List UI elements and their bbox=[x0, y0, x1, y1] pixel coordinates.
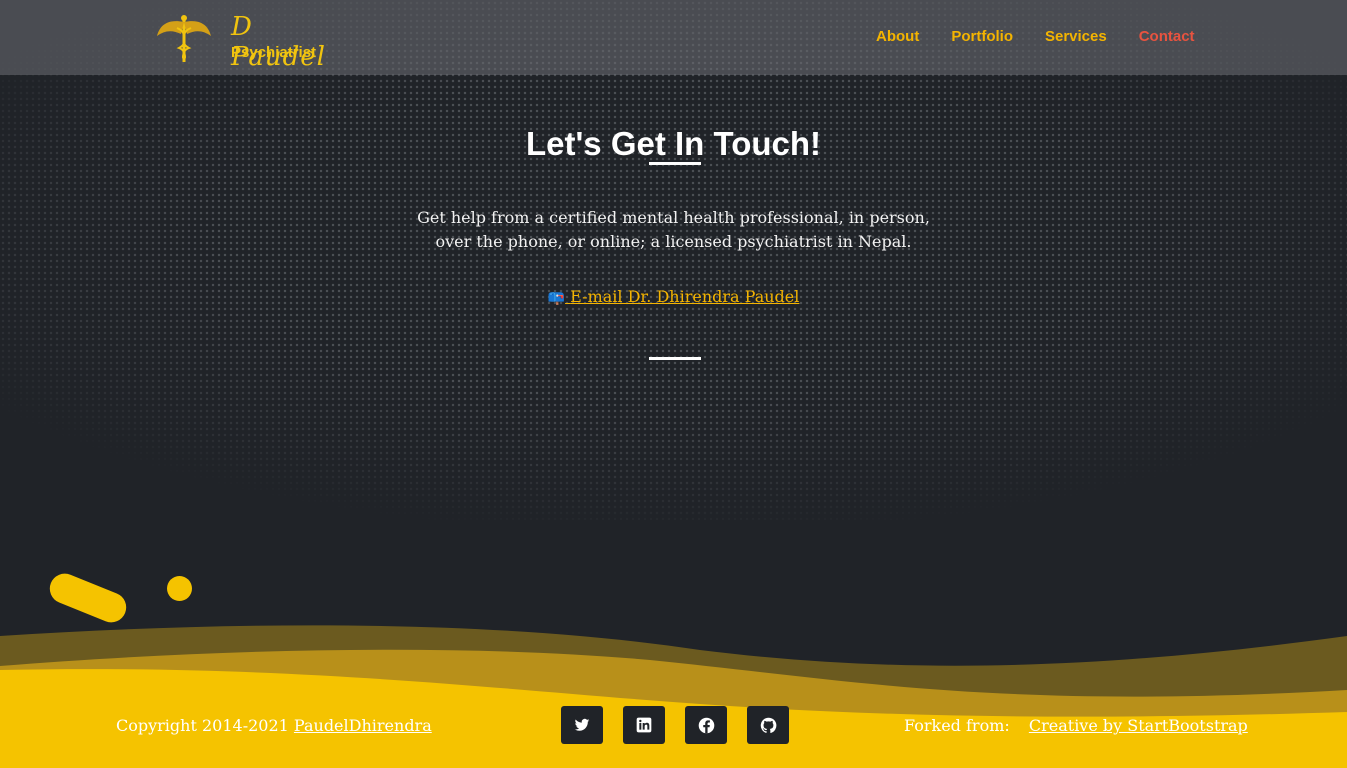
social-links bbox=[561, 706, 789, 744]
email-link-label: E-mail Dr. Dhirendra Paudel bbox=[570, 287, 800, 306]
forked-link[interactable]: Creative by StartBootstrap bbox=[1029, 716, 1248, 735]
forked-from: Forked from: Creative by StartBootstrap bbox=[904, 716, 1248, 735]
bottom-divider bbox=[649, 357, 701, 360]
copyright-text: Copyright 2014-2021 bbox=[116, 716, 289, 735]
world-map-background bbox=[0, 0, 1347, 520]
lead-line-1: Get help from a certified mental health … bbox=[417, 208, 930, 227]
brand-name: D Paudel bbox=[231, 12, 326, 72]
decorative-blob bbox=[45, 569, 131, 627]
linkedin-icon bbox=[636, 717, 652, 733]
navbar: D Paudel Psychiatrist About Portfolio Se… bbox=[0, 0, 1347, 75]
lead-text: Get help from a certified mental health … bbox=[0, 206, 1347, 254]
lead-line-2: over the phone, or online; a licensed ps… bbox=[435, 232, 912, 251]
linkedin-button[interactable] bbox=[623, 706, 665, 744]
title-divider bbox=[649, 162, 701, 165]
main-nav: About Portfolio Services Contact bbox=[860, 28, 1211, 45]
github-icon bbox=[760, 717, 776, 733]
email-link[interactable]: 📪 E-mail Dr. Dhirendra Paudel bbox=[548, 287, 800, 306]
copyright: Copyright 2014-2021 PaudelDhirendra bbox=[116, 716, 432, 735]
author-link[interactable]: PaudelDhirendra bbox=[294, 716, 432, 735]
twitter-button[interactable] bbox=[561, 706, 603, 744]
facebook-icon bbox=[698, 717, 714, 733]
nav-item-about[interactable]: About bbox=[860, 28, 935, 45]
facebook-button[interactable] bbox=[685, 706, 727, 744]
nav-item-services[interactable]: Services bbox=[1029, 28, 1123, 45]
decorative-dot bbox=[167, 576, 192, 601]
github-button[interactable] bbox=[747, 706, 789, 744]
nav-item-contact[interactable]: Contact bbox=[1123, 28, 1211, 45]
twitter-icon bbox=[574, 718, 590, 731]
mailbox-icon: 📪 bbox=[547, 290, 566, 306]
footer-waves bbox=[0, 625, 1347, 768]
email-row: 📪 E-mail Dr. Dhirendra Paudel bbox=[0, 287, 1347, 306]
page-title: Let's Get In Touch! bbox=[525, 125, 822, 163]
caduceus-wings-icon bbox=[157, 15, 211, 62]
forked-label: Forked from: bbox=[904, 716, 1010, 735]
brand-logo[interactable]: D Paudel Psychiatrist bbox=[155, 10, 355, 72]
nav-item-portfolio[interactable]: Portfolio bbox=[935, 28, 1029, 45]
brand-subtitle: Psychiatrist bbox=[231, 44, 317, 61]
